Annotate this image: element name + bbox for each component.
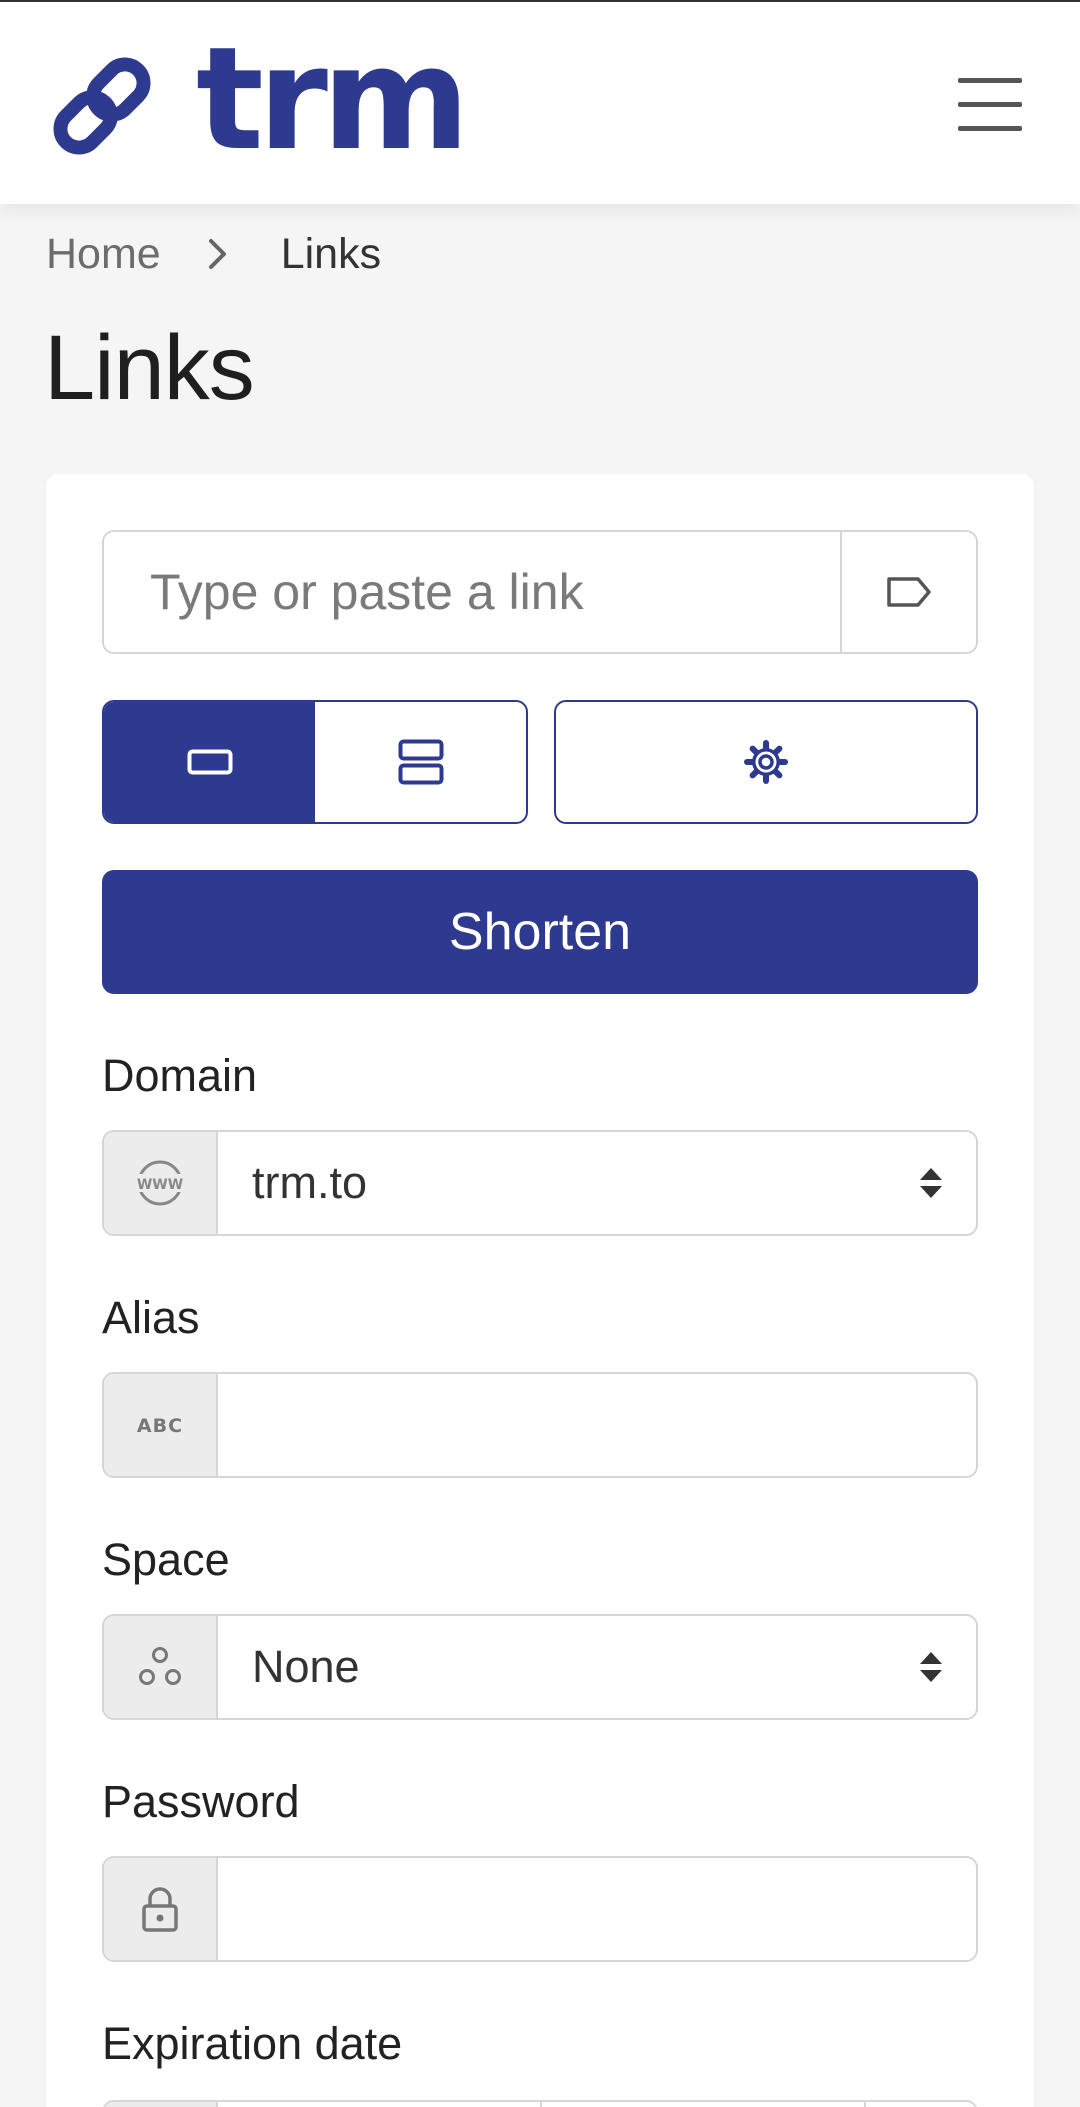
space-select[interactable]: None [218, 1616, 976, 1718]
select-arrows-icon [920, 1168, 942, 1198]
site-header: trm [0, 2, 1080, 204]
abc-icon: ABC [104, 1374, 218, 1476]
link-shortener-card: Shorten Domain WWW trm.to Alias ABC [46, 474, 1034, 2107]
alias-label: Alias [102, 1292, 200, 1343]
expiration-clear-button[interactable] [866, 2102, 976, 2107]
alias-field-group: ABC [102, 1372, 978, 1478]
gear-icon [744, 740, 788, 784]
expiration-date-label: Expiration date [102, 2018, 403, 2069]
link-input[interactable] [104, 532, 840, 652]
tag-button[interactable] [840, 532, 976, 652]
svg-text:ABC: ABC [137, 1415, 183, 1437]
link-input-group [102, 530, 978, 654]
hamburger-menu-icon[interactable] [952, 74, 1028, 134]
password-label: Password [102, 1776, 300, 1827]
www-globe-icon: WWW [104, 1132, 218, 1234]
logo-text: trm [196, 17, 470, 182]
domain-select[interactable]: trm.to [218, 1132, 976, 1234]
breadcrumb: Home Links [46, 226, 381, 282]
multiple-links-icon [398, 739, 443, 785]
page-title: Links [44, 317, 255, 419]
multiple-links-mode-button[interactable] [315, 702, 526, 822]
expiration-date-input[interactable] [218, 2102, 542, 2107]
svg-text:WWW: WWW [137, 1177, 183, 1193]
space-circles-icon [104, 1616, 218, 1718]
domain-label: Domain [102, 1050, 258, 1101]
breadcrumb-current: Links [280, 229, 382, 278]
logo[interactable]: trm [44, 29, 470, 171]
password-input[interactable] [218, 1858, 976, 1960]
domain-select-value: trm.to [252, 1157, 368, 1208]
view-mode-toggle [102, 700, 528, 824]
shorten-button[interactable]: Shorten [102, 870, 978, 994]
select-arrows-icon [920, 1652, 942, 1682]
single-link-mode-button[interactable] [104, 702, 315, 822]
tag-icon [887, 577, 931, 607]
lock-icon [104, 1858, 218, 1960]
calendar-icon [104, 2102, 218, 2107]
space-select-value: None [252, 1641, 360, 1692]
expiration-time-input[interactable] [542, 2102, 866, 2107]
breadcrumb-home-link[interactable]: Home [46, 230, 161, 279]
advanced-settings-button[interactable] [554, 700, 978, 824]
space-label: Space [102, 1534, 230, 1585]
alias-input[interactable] [218, 1374, 976, 1476]
chain-link-icon [53, 57, 151, 155]
space-field-group: None [102, 1614, 978, 1720]
single-link-icon [187, 749, 232, 775]
chevron-right-icon [207, 237, 247, 271]
password-field-group [102, 1856, 978, 1962]
domain-field-group: WWW trm.to [102, 1130, 978, 1236]
expiration-date-group [102, 2100, 978, 2107]
